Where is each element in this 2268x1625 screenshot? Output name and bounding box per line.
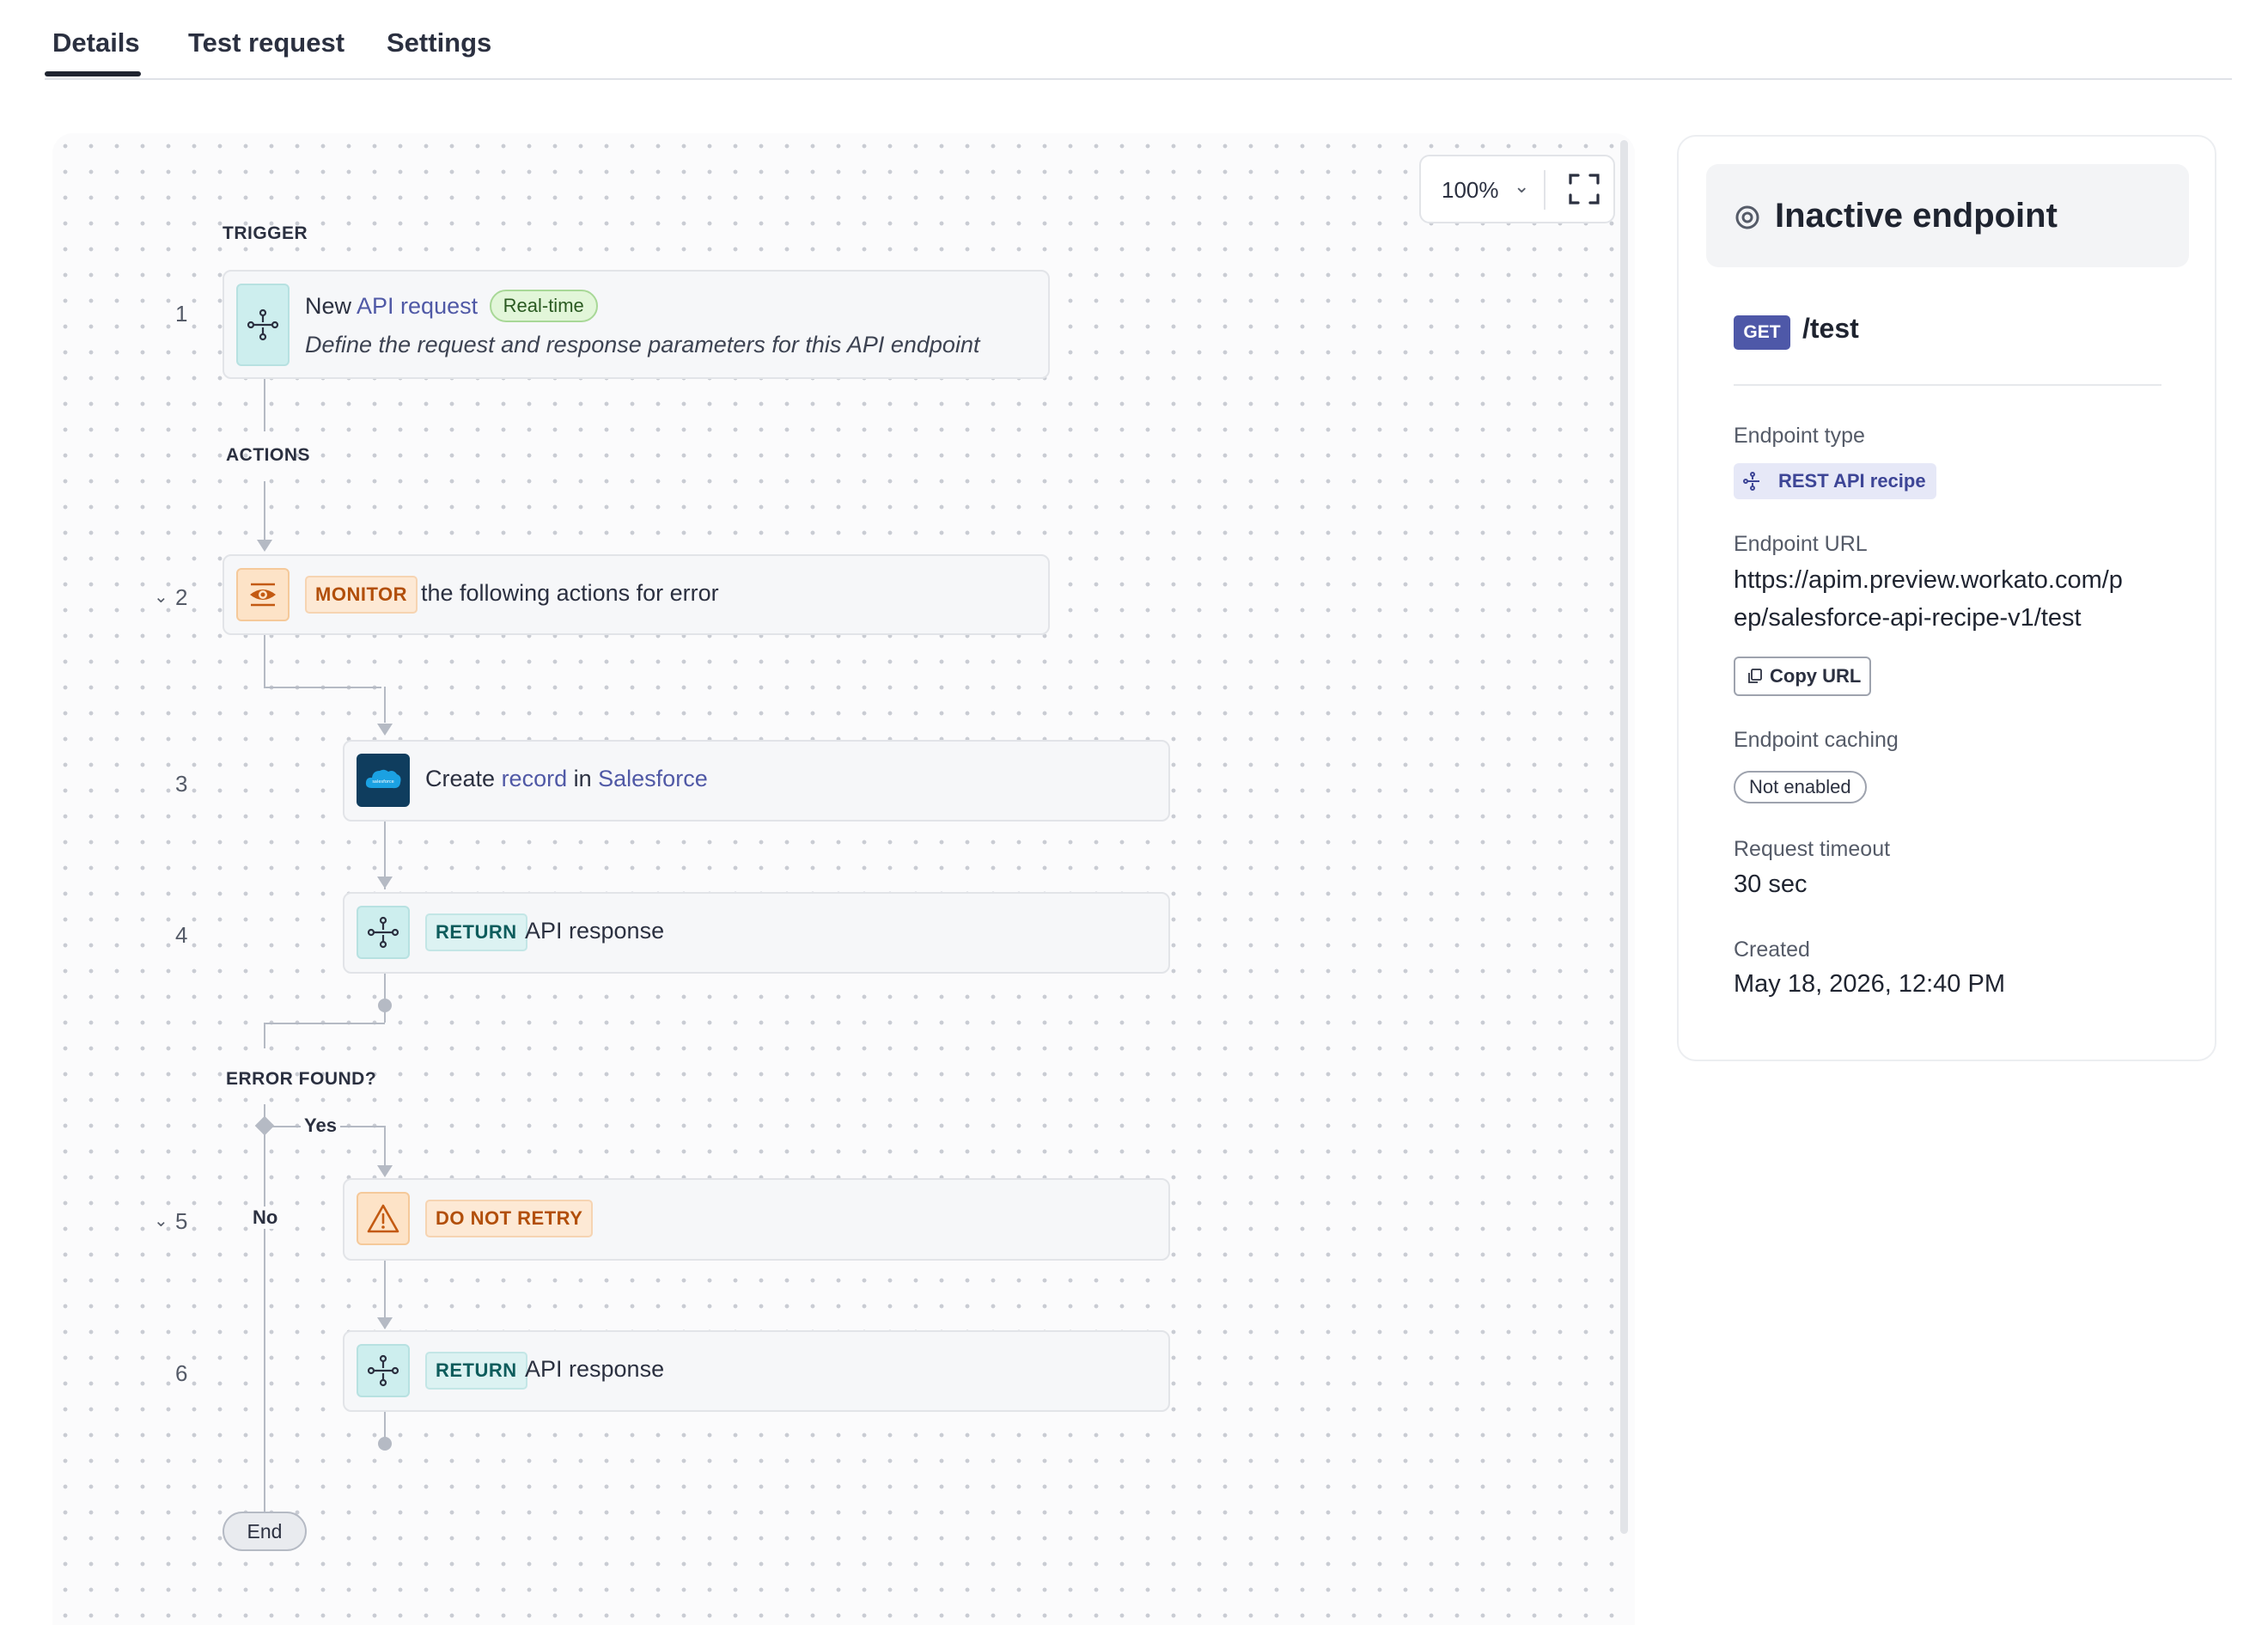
arrow xyxy=(377,724,393,736)
branch-end-dot xyxy=(378,1437,392,1451)
warning-icon xyxy=(357,1192,410,1245)
divider xyxy=(1544,170,1546,210)
created-label: Created xyxy=(1734,938,1810,962)
step-number: 2 xyxy=(175,584,188,610)
step-number: 6 xyxy=(175,1360,188,1386)
connector xyxy=(264,481,265,541)
step-number: 5 xyxy=(175,1208,188,1234)
error-found-label: ERROR FOUND? xyxy=(226,1069,377,1089)
eye-icon xyxy=(236,568,290,621)
endpoint-type-badge: REST API recipe xyxy=(1734,463,1936,499)
tab-details[interactable]: Details xyxy=(52,27,140,58)
step-text: API response xyxy=(525,918,665,944)
connector xyxy=(384,1007,386,1023)
step-mid-text: in xyxy=(573,766,592,791)
tab-test-request[interactable]: Test request xyxy=(188,27,344,58)
copy-url-label: Copy URL xyxy=(1770,665,1862,687)
canvas-scrollbar[interactable] xyxy=(1620,140,1628,1534)
step-card-trigger[interactable]: New API request Real-time Define the req… xyxy=(223,270,1050,379)
actions-label: ACTIONS xyxy=(226,445,310,465)
step-card-monitor[interactable]: MONITOR the following actions for error xyxy=(223,554,1050,635)
step-description: Define the request and response paramete… xyxy=(305,332,980,357)
request-timeout-value: 30 sec xyxy=(1734,871,1808,898)
endpoint-type-value: REST API recipe xyxy=(1778,470,1926,492)
chevron-down-icon[interactable]: ⌄ xyxy=(1514,175,1529,198)
step-number: 1 xyxy=(175,301,188,327)
tab-settings[interactable]: Settings xyxy=(387,27,491,58)
connector xyxy=(384,1126,386,1169)
step-card-return[interactable]: RETURN API response xyxy=(343,892,1170,974)
zoom-level[interactable]: 100% xyxy=(1442,177,1499,204)
endpoint-url-line: https://apim.preview.workato.com/p xyxy=(1734,566,2123,594)
step-card-do-not-retry[interactable]: DO NOT RETRY xyxy=(343,1178,1170,1261)
svg-text:salesforce: salesforce xyxy=(372,779,393,785)
no-branch-label: No xyxy=(249,1207,282,1229)
salesforce-link[interactable]: Salesforce xyxy=(598,766,708,791)
http-method-badge: GET xyxy=(1734,315,1790,350)
connector xyxy=(384,1411,386,1440)
collapse-chevron-icon[interactable]: ⌄ xyxy=(154,1210,168,1231)
status-title: Inactive endpoint xyxy=(1775,197,2058,235)
created-value: May 18, 2026, 12:40 PM xyxy=(1734,970,2005,998)
step-prefix: Create xyxy=(425,766,496,791)
copy-url-button[interactable]: Copy URL xyxy=(1734,657,1871,696)
step-card-return[interactable]: RETURN API response xyxy=(343,1330,1170,1412)
monitor-tag: MONITOR xyxy=(305,576,418,614)
divider xyxy=(1734,384,2161,386)
endpoint-url-label: Endpoint URL xyxy=(1734,532,1868,556)
yes-branch-label: Yes xyxy=(301,1115,340,1137)
realtime-badge: Real-time xyxy=(489,290,598,322)
end-node: End xyxy=(223,1512,307,1551)
connector xyxy=(264,1104,265,1512)
step-text: the following actions for error xyxy=(421,580,719,606)
api-flow-icon xyxy=(236,284,290,366)
connector xyxy=(264,1023,385,1024)
copy-icon xyxy=(1748,669,1762,683)
request-timeout-label: Request timeout xyxy=(1734,837,1891,861)
arrow xyxy=(377,1317,393,1329)
step-text: API response xyxy=(525,1356,665,1382)
api-flow-icon xyxy=(1743,472,1759,491)
arrow xyxy=(377,877,393,889)
endpoint-caching-label: Endpoint caching xyxy=(1734,728,1899,752)
api-flow-icon xyxy=(357,906,410,959)
step-prefix: New xyxy=(305,293,352,319)
collapse-chevron-icon[interactable]: ⌄ xyxy=(154,586,168,608)
endpoint-type-label: Endpoint type xyxy=(1734,424,1865,448)
step-number: 4 xyxy=(175,922,188,948)
step-card-create-record[interactable]: salesforce Create record in Salesforce xyxy=(343,740,1170,822)
connector xyxy=(264,1023,265,1048)
api-flow-icon xyxy=(357,1344,410,1397)
connector xyxy=(384,687,386,723)
record-link[interactable]: record xyxy=(502,766,568,791)
zoom-controls: 100% ⌄ xyxy=(1419,155,1615,223)
connector xyxy=(264,634,265,687)
arrow xyxy=(257,540,272,552)
status-banner: Inactive endpoint xyxy=(1706,164,2189,267)
trigger-label: TRIGGER xyxy=(223,223,308,243)
tab-bar: Details Test request Settings xyxy=(45,0,2232,80)
api-request-link[interactable]: API request xyxy=(357,293,478,319)
step-number: 3 xyxy=(175,771,188,797)
endpoint-path: /test xyxy=(1802,313,1859,344)
return-tag: RETURN xyxy=(425,913,527,951)
inactive-status-icon xyxy=(1735,205,1759,229)
connector xyxy=(264,687,381,688)
active-tab-indicator xyxy=(45,71,141,76)
connector xyxy=(264,378,265,431)
fullscreen-icon[interactable] xyxy=(1567,172,1601,206)
arrow xyxy=(377,1165,393,1177)
caching-status-badge: Not enabled xyxy=(1734,771,1867,803)
return-tag: RETURN xyxy=(425,1352,527,1390)
salesforce-icon: salesforce xyxy=(357,754,410,807)
endpoint-url-line: ep/salesforce-api-recipe-v1/test xyxy=(1734,604,2082,632)
do-not-retry-tag: DO NOT RETRY xyxy=(425,1200,594,1237)
endpoint-details-panel: Inactive endpoint GET /test Endpoint typ… xyxy=(1677,135,2216,1061)
